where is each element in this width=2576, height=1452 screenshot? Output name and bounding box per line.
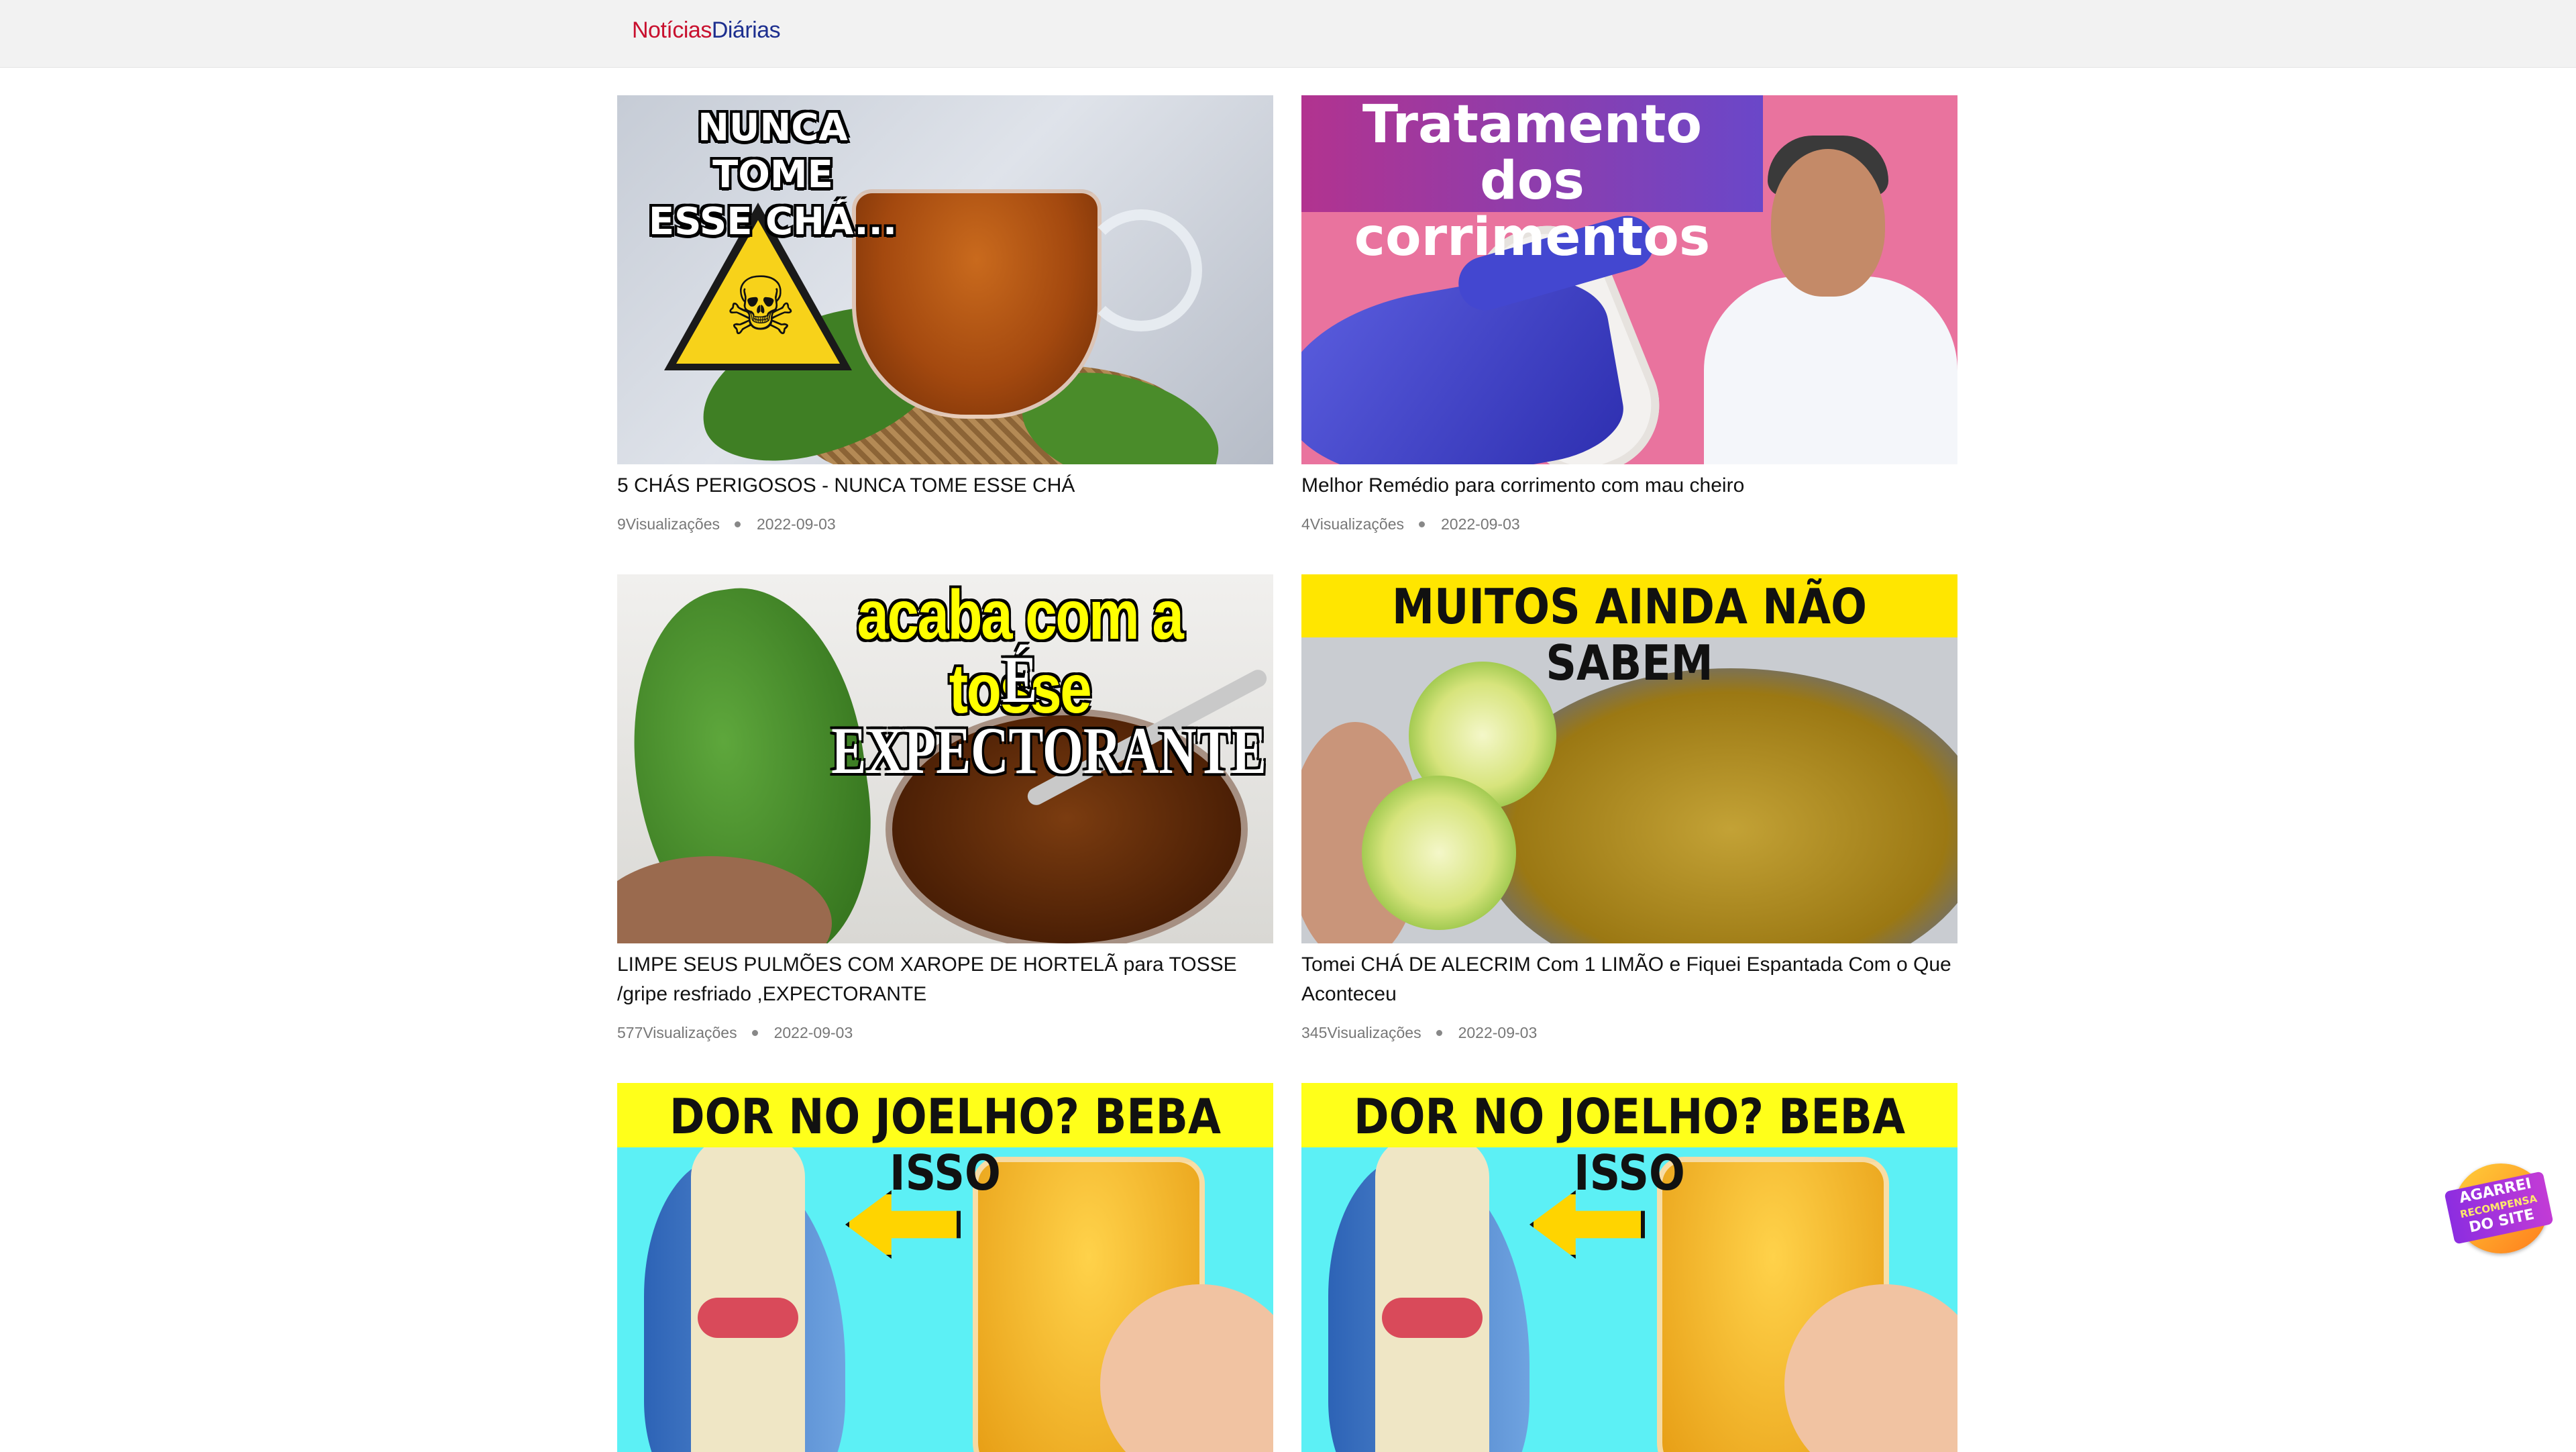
separator-dot-icon xyxy=(1419,521,1426,527)
separator-dot-icon xyxy=(1436,1030,1442,1036)
article-title[interactable]: LIMPE SEUS PULMÕES COM XAROPE DE HORTELÃ… xyxy=(617,950,1273,1009)
article-thumbnail[interactable]: DOR NO JOELHO? BEBA ISSO xyxy=(617,1083,1273,1452)
thumbnail-joint-shape xyxy=(698,1298,798,1338)
article-thumbnail[interactable]: ☠ NUNCA TOME ESSE CHÁ... xyxy=(617,95,1273,464)
article-date: 2022-09-03 xyxy=(1441,515,1520,533)
thumbnail-doctor-head-shape xyxy=(1771,149,1885,297)
article-date: 2022-09-03 xyxy=(1458,1024,1538,1041)
article-card[interactable]: DOR NO JOELHO? BEBA ISSO xyxy=(1301,1083,1957,1452)
article-date: 2022-09-03 xyxy=(757,515,836,533)
thumbnail-caption-line: corrimentos xyxy=(1354,207,1711,268)
thumbnail-caption-line: ESSE CHÁ... xyxy=(648,200,898,244)
article-meta: 577Visualizações 2022-09-03 xyxy=(617,1024,853,1042)
article-card[interactable]: MUITOS AINDA NÃO SABEM Tomei CHÁ DE ALEC… xyxy=(1301,574,1957,1041)
thumbnail-lime-shape xyxy=(1362,776,1516,930)
thumbnail-caption-line: Tratamento dos xyxy=(1362,95,1703,211)
article-date: 2022-09-03 xyxy=(773,1024,853,1041)
logo-text-noticias: Notícias xyxy=(632,17,712,43)
separator-dot-icon xyxy=(735,521,741,527)
thumbnail-doctor-coat-shape xyxy=(1704,276,1957,464)
article-thumbnail[interactable]: DOR NO JOELHO? BEBA ISSO xyxy=(1301,1083,1957,1452)
article-meta: 4Visualizações 2022-09-03 xyxy=(1301,515,1520,533)
site-logo[interactable]: NotíciasDiárias xyxy=(632,17,781,44)
thumbnail-caption: Tratamento dos corrimentos xyxy=(1301,97,1763,266)
separator-dot-icon xyxy=(751,1030,758,1036)
article-meta: 9Visualizações 2022-09-03 xyxy=(617,515,836,533)
thumbnail-caption-line: NUNCA TOME xyxy=(698,106,848,197)
article-card[interactable]: ☠ NUNCA TOME ESSE CHÁ... 5 CHÁS PERIGOSO… xyxy=(617,95,1273,533)
thumbnail-caption: NUNCA TOME ESSE CHÁ... xyxy=(632,105,914,246)
thumbnail-caption-line: É EXPECTORANTE xyxy=(831,642,1267,788)
article-views: 4Visualizações xyxy=(1301,515,1405,533)
article-thumbnail[interactable]: Tratamento dos corrimentos xyxy=(1301,95,1957,464)
article-title[interactable]: Melhor Remédio para corrimento com mau c… xyxy=(1301,471,1957,501)
article-title[interactable]: Tomei CHÁ DE ALECRIM Com 1 LIMÃO e Fique… xyxy=(1301,950,1957,1009)
article-card[interactable]: DOR NO JOELHO? BEBA ISSO xyxy=(617,1083,1273,1452)
thumbnail-joint-shape xyxy=(1382,1298,1483,1338)
article-views: 9Visualizações xyxy=(617,515,720,533)
skull-crossbones-icon: ☠ xyxy=(724,262,797,352)
article-thumbnail[interactable]: MUITOS AINDA NÃO SABEM xyxy=(1301,574,1957,943)
article-views: 577Visualizações xyxy=(617,1024,737,1041)
article-meta: 345Visualizações 2022-09-03 xyxy=(1301,1024,1537,1042)
article-views: 345Visualizações xyxy=(1301,1024,1421,1041)
thumbnail-cup-handle-shape xyxy=(1080,209,1202,331)
article-thumbnail[interactable]: acaba com a tosse É EXPECTORANTE xyxy=(617,574,1273,943)
thumbnail-caption: DOR NO JOELHO? BEBA ISSO xyxy=(669,1088,1221,1201)
article-card[interactable]: Tratamento dos corrimentos Melhor Remédi… xyxy=(1301,95,1957,533)
article-title[interactable]: 5 CHÁS PERIGOSOS - NUNCA TOME ESSE CHÁ xyxy=(617,471,1273,501)
thumbnail-caption: DOR NO JOELHO? BEBA ISSO xyxy=(1354,1088,1905,1201)
top-navigation-bar: NotíciasDiárias xyxy=(0,0,2576,68)
article-card[interactable]: acaba com a tosse É EXPECTORANTE LIMPE S… xyxy=(617,574,1273,1041)
reward-badge-button[interactable]: AGARREI RECOMPENSA DO SITE xyxy=(2444,1161,2554,1255)
thumbnail-caption: MUITOS AINDA NÃO SABEM xyxy=(1391,578,1868,691)
logo-text-diarias: Diárias xyxy=(711,17,781,43)
